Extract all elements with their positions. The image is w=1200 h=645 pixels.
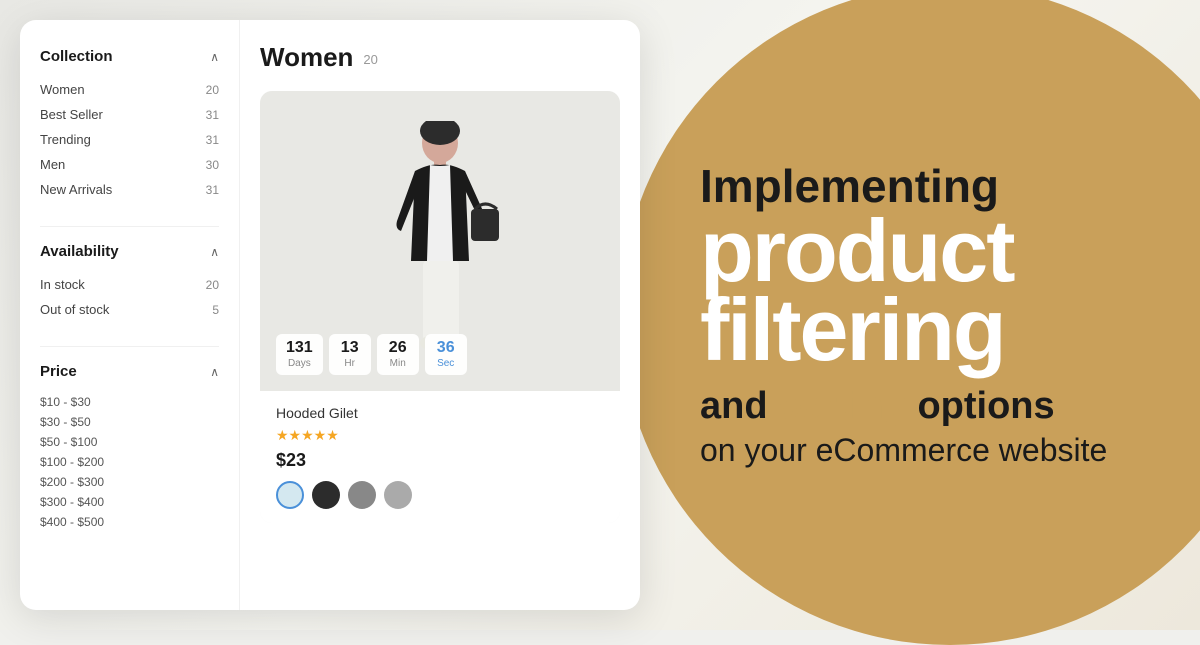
countdown-timer: 131 Days 13 Hr 26 Min 36 Sec bbox=[276, 334, 467, 375]
and-sorting-line: and sorting options bbox=[700, 385, 1140, 428]
product-info: Hooded Gilet ★★★★★ $23 bbox=[260, 391, 620, 523]
price-section: Price ∧ $10 - $30 $30 - $50 $50 - $100 $… bbox=[40, 363, 219, 532]
filter-count-instock: 20 bbox=[206, 278, 219, 292]
filter-item-instock[interactable]: In stock 20 bbox=[40, 272, 219, 297]
product-image-area: 131 Days 13 Hr 26 Min 36 Sec bbox=[260, 91, 620, 391]
color-swatch-4[interactable] bbox=[384, 481, 412, 509]
filter-label-bestseller: Best Seller bbox=[40, 107, 103, 122]
availability-chevron-icon: ∧ bbox=[210, 245, 219, 259]
countdown-hr-label: Hr bbox=[339, 358, 361, 369]
product-price: $23 bbox=[276, 450, 604, 471]
product-name: Hooded Gilet bbox=[276, 405, 604, 421]
price-title: Price bbox=[40, 363, 77, 380]
countdown-days-value: 131 bbox=[286, 340, 313, 356]
filter-label-outofstock: Out of stock bbox=[40, 302, 109, 317]
filter-count-newarrivals: 31 bbox=[206, 183, 219, 197]
countdown-min-label: Min bbox=[387, 358, 409, 369]
on-your-ecommerce-text: on your eCommerce website bbox=[700, 432, 1140, 469]
sidebar: Collection ∧ Women 20 Best Seller 31 Tre… bbox=[20, 20, 240, 610]
price-header[interactable]: Price ∧ bbox=[40, 363, 219, 380]
divider-2 bbox=[40, 346, 219, 347]
price-range-300-400[interactable]: $300 - $400 bbox=[40, 492, 219, 512]
filter-label-newarrivals: New Arrivals bbox=[40, 182, 112, 197]
countdown-days-label: Days bbox=[286, 358, 313, 369]
filter-count-women: 20 bbox=[206, 83, 219, 97]
filter-count-trending: 31 bbox=[206, 133, 219, 147]
countdown-min-value: 26 bbox=[387, 340, 409, 356]
collection-chevron-icon: ∧ bbox=[210, 50, 219, 64]
page-title: Women bbox=[260, 42, 353, 73]
color-swatch-1[interactable] bbox=[276, 481, 304, 509]
page-count: 20 bbox=[363, 52, 377, 67]
page-heading: Women 20 bbox=[260, 42, 620, 73]
filter-item-trending[interactable]: Trending 31 bbox=[40, 127, 219, 152]
color-swatches bbox=[276, 481, 604, 509]
ui-card: Collection ∧ Women 20 Best Seller 31 Tre… bbox=[20, 20, 640, 610]
availability-section: Availability ∧ In stock 20 Out of stock … bbox=[40, 243, 219, 322]
collection-header[interactable]: Collection ∧ bbox=[40, 48, 219, 65]
filter-item-men[interactable]: Men 30 bbox=[40, 152, 219, 177]
availability-header[interactable]: Availability ∧ bbox=[40, 243, 219, 260]
product-stars: ★★★★★ bbox=[276, 427, 604, 444]
countdown-sec-value: 36 bbox=[435, 340, 457, 356]
price-range-30-50[interactable]: $30 - $50 bbox=[40, 412, 219, 432]
countdown-hr-value: 13 bbox=[339, 340, 361, 356]
collection-section: Collection ∧ Women 20 Best Seller 31 Tre… bbox=[40, 48, 219, 202]
product-image bbox=[360, 111, 520, 371]
filter-count-men: 30 bbox=[206, 158, 219, 172]
product-big-text: product bbox=[700, 211, 1140, 290]
sorting-highlight: sorting bbox=[778, 385, 907, 427]
and-text: and bbox=[700, 385, 778, 427]
options-text: options bbox=[907, 385, 1055, 427]
filter-label-instock: In stock bbox=[40, 277, 85, 292]
price-range-400-500[interactable]: $400 - $500 bbox=[40, 512, 219, 532]
price-chevron-icon: ∧ bbox=[210, 365, 219, 379]
filter-label-trending: Trending bbox=[40, 132, 91, 147]
price-range-50-100[interactable]: $50 - $100 bbox=[40, 432, 219, 452]
filtering-big-text: filtering bbox=[700, 290, 1140, 369]
availability-title: Availability bbox=[40, 243, 119, 260]
filter-count-bestseller: 31 bbox=[206, 108, 219, 122]
countdown-min: 26 Min bbox=[377, 334, 419, 375]
countdown-days: 131 Days bbox=[276, 334, 323, 375]
price-range-10-30[interactable]: $10 - $30 bbox=[40, 392, 219, 412]
price-range-100-200[interactable]: $100 - $200 bbox=[40, 452, 219, 472]
color-swatch-2[interactable] bbox=[312, 481, 340, 509]
price-range-200-300[interactable]: $200 - $300 bbox=[40, 472, 219, 492]
countdown-sec: 36 Sec bbox=[425, 334, 467, 375]
filter-item-women[interactable]: Women 20 bbox=[40, 77, 219, 102]
filter-label-men: Men bbox=[40, 157, 65, 172]
filter-item-bestseller[interactable]: Best Seller 31 bbox=[40, 102, 219, 127]
countdown-hr: 13 Hr bbox=[329, 334, 371, 375]
filter-item-newarrivals[interactable]: New Arrivals 31 bbox=[40, 177, 219, 202]
product-card: 131 Days 13 Hr 26 Min 36 Sec bbox=[260, 91, 620, 523]
divider-1 bbox=[40, 226, 219, 227]
collection-title: Collection bbox=[40, 48, 113, 65]
main-content: Women 20 bbox=[240, 20, 640, 610]
filter-label-women: Women bbox=[40, 82, 85, 97]
filter-count-outofstock: 5 bbox=[212, 303, 219, 317]
filter-item-outofstock[interactable]: Out of stock 5 bbox=[40, 297, 219, 322]
countdown-sec-label: Sec bbox=[435, 358, 457, 369]
color-swatch-3[interactable] bbox=[348, 481, 376, 509]
